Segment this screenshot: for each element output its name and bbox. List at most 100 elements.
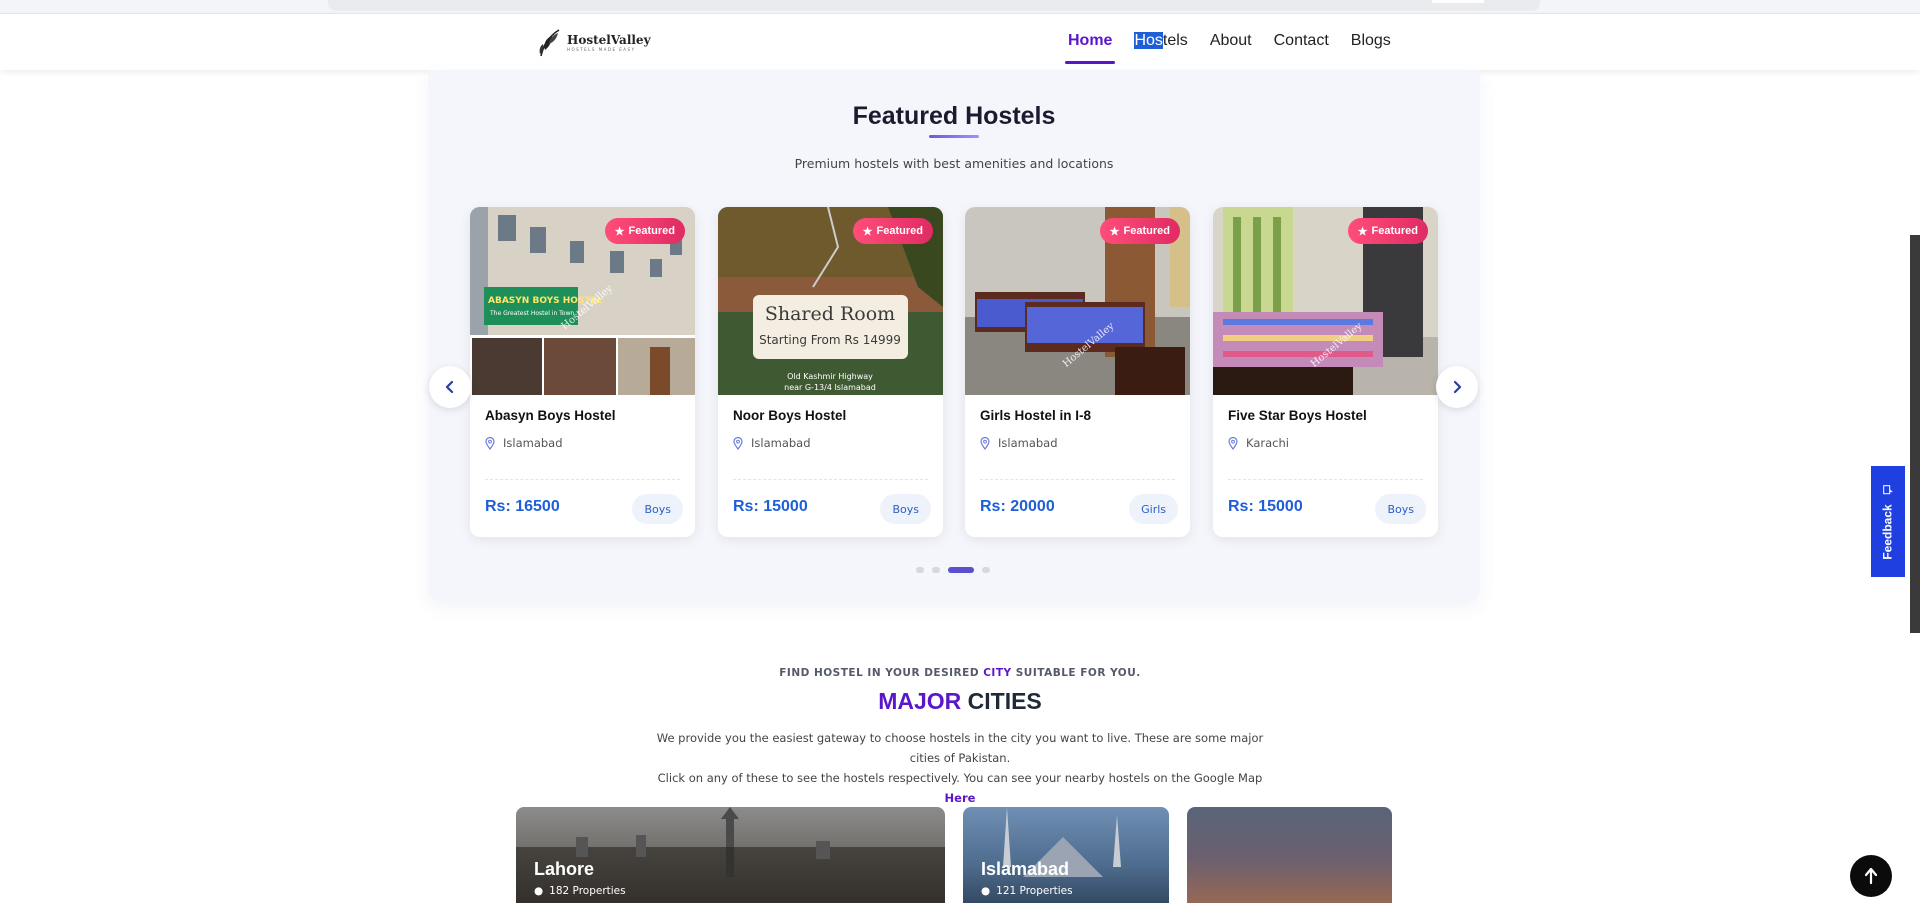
badge-label: Featured	[628, 225, 675, 237]
hostel-card[interactable]: HostelValley ★ Featured Five Star Boys Ho…	[1213, 207, 1438, 537]
scrollbar-thumb[interactable]	[1910, 235, 1920, 633]
description-line-2: Click on any of these to see the hostels…	[648, 768, 1272, 808]
featured-badge: ★ Featured	[852, 218, 933, 244]
description-line-1: We provide you the easiest gateway to ch…	[656, 731, 1264, 765]
hostel-location: Islamabad	[733, 436, 811, 450]
eyebrow-text-start: FIND HOSTEL IN YOUR DESIRED	[779, 667, 984, 679]
eyebrow-text-end: SUITABLE FOR YOU.	[1011, 667, 1141, 679]
image-title: Shared Room	[765, 303, 895, 325]
hostel-city: Islamabad	[998, 436, 1058, 450]
card-divider	[1228, 479, 1423, 480]
star-icon: ★	[1357, 225, 1368, 238]
image-subtitle: Starting From Rs 14999	[759, 333, 901, 347]
cities-title-rest: CITIES	[961, 688, 1042, 714]
nav-hostels[interactable]: Hostels	[1134, 32, 1188, 58]
cities-title: MAJOR CITIES	[0, 688, 1920, 715]
carousel-pagination	[916, 567, 990, 573]
location-pin-icon: ●	[981, 885, 991, 897]
nav-home[interactable]: Home	[1064, 32, 1116, 64]
leaf-logo-icon	[539, 29, 560, 57]
hostel-type-badge: Boys	[632, 494, 683, 524]
eyebrow-highlight: CITY	[983, 667, 1012, 679]
star-icon: ★	[1109, 225, 1120, 238]
logo[interactable]: HostelValley HOSTELS MADE EASY	[537, 28, 651, 58]
carousel-prev-button[interactable]	[429, 366, 471, 408]
cities-description: We provide you the easiest gateway to ch…	[648, 728, 1272, 808]
carousel-dot[interactable]	[916, 567, 924, 573]
featured-hostels-section: Featured Hostels Premium hostels with be…	[428, 70, 1480, 602]
hostel-name[interactable]: Noor Boys Hostel	[733, 408, 846, 423]
hostel-city: Islamabad	[751, 436, 811, 450]
hostel-image[interactable]: Shared Room Starting From Rs 14999 Old K…	[718, 207, 943, 395]
hostel-price: Rs: 20000	[980, 498, 1055, 515]
main-nav: Home Hostels About Contact Blogs	[1064, 32, 1413, 64]
feedback-label: Feedback	[1881, 503, 1896, 560]
badge-label: Featured	[1123, 225, 1170, 237]
google-map-link[interactable]: Here	[945, 791, 976, 805]
hostel-type-badge: Boys	[1375, 494, 1426, 524]
image-address-1: Old Kashmir Highway	[787, 372, 873, 381]
featured-badge: ★ Featured	[1347, 218, 1428, 244]
card-divider	[485, 479, 680, 480]
carousel-next-button[interactable]	[1436, 366, 1478, 408]
hostel-price: Rs: 16500	[485, 498, 560, 515]
star-icon: ★	[862, 225, 873, 238]
city-properties-count: 182 Properties	[549, 885, 626, 897]
hostel-location: Karachi	[1228, 436, 1289, 450]
hostel-location: Islamabad	[980, 436, 1058, 450]
location-pin-icon	[485, 436, 495, 450]
city-name: Lahore	[534, 859, 595, 879]
hostel-image[interactable]: HostelValley ★ Featured	[965, 207, 1190, 395]
title-underline	[929, 135, 979, 138]
city-card-islamabad[interactable]: Islamabad ● 121 Properties	[963, 807, 1169, 903]
hostel-card[interactable]: ABASYN BOYS HOSTEL The Greatest Hostel i…	[470, 207, 695, 537]
navbar: HostelValley HOSTELS MADE EASY Home Host…	[0, 14, 1920, 70]
arrow-up-icon	[1864, 867, 1878, 885]
hostel-image[interactable]: HostelValley ★ Featured	[1213, 207, 1438, 395]
card-divider	[980, 479, 1175, 480]
nav-contact[interactable]: Contact	[1274, 32, 1329, 58]
featured-badge: ★ Featured	[604, 218, 685, 244]
search-button-partial[interactable]	[1432, 0, 1484, 3]
nav-hostels-rest-text: tels	[1162, 32, 1188, 49]
hostel-name[interactable]: Girls Hostel in I-8	[980, 408, 1091, 423]
logo-tagline: HOSTELS MADE EASY	[567, 47, 636, 52]
carousel-dot[interactable]	[932, 567, 940, 573]
star-icon: ★	[614, 225, 625, 238]
badge-label: Featured	[876, 225, 923, 237]
city-properties-count: 121 Properties	[996, 885, 1073, 897]
city-properties: ● 121 Properties	[981, 885, 1073, 897]
location-pin-icon: ●	[534, 885, 544, 897]
location-pin-icon	[733, 436, 743, 450]
feedback-tab[interactable]: Feedback	[1870, 465, 1906, 578]
chevron-left-icon	[445, 380, 454, 394]
search-bar-partial[interactable]	[328, 0, 1540, 11]
hostel-card[interactable]: Shared Room Starting From Rs 14999 Old K…	[718, 207, 943, 537]
hostel-type-badge: Boys	[880, 494, 931, 524]
description-line-2-text: Click on any of these to see the hostels…	[657, 771, 1263, 785]
hostel-card[interactable]: HostelValley ★ Featured Girls Hostel in I…	[965, 207, 1190, 537]
carousel-dot-active[interactable]	[948, 567, 974, 573]
feedback-icon	[1883, 484, 1894, 494]
hostel-price: Rs: 15000	[1228, 498, 1303, 515]
hostel-price: Rs: 15000	[733, 498, 808, 515]
nav-blogs[interactable]: Blogs	[1351, 32, 1391, 58]
nav-about[interactable]: About	[1210, 32, 1252, 58]
hostel-location: Islamabad	[485, 436, 563, 450]
section-title: Featured Hostels	[852, 102, 1056, 130]
hostel-image[interactable]: ABASYN BOYS HOSTEL The Greatest Hostel i…	[470, 207, 695, 395]
section-subtitle: Premium hostels with best amenities and …	[794, 156, 1114, 171]
image-address-2: near G-13/4 Islamabad	[784, 383, 876, 392]
chevron-right-icon	[1453, 380, 1462, 394]
hostel-name[interactable]: Five Star Boys Hostel	[1228, 408, 1367, 423]
city-card-3[interactable]	[1187, 807, 1392, 903]
hostel-city: Karachi	[1246, 436, 1289, 450]
sign-subtitle: The Greatest Hostel in Town	[489, 310, 574, 317]
top-search-strip	[0, 0, 1920, 14]
city-card-lahore[interactable]: Lahore ● 182 Properties	[516, 807, 945, 903]
city-properties: ● 182 Properties	[534, 885, 626, 897]
carousel-dot[interactable]	[982, 567, 990, 573]
card-divider	[733, 479, 928, 480]
hostel-name[interactable]: Abasyn Boys Hostel	[485, 408, 616, 423]
back-to-top-button[interactable]	[1850, 855, 1892, 897]
